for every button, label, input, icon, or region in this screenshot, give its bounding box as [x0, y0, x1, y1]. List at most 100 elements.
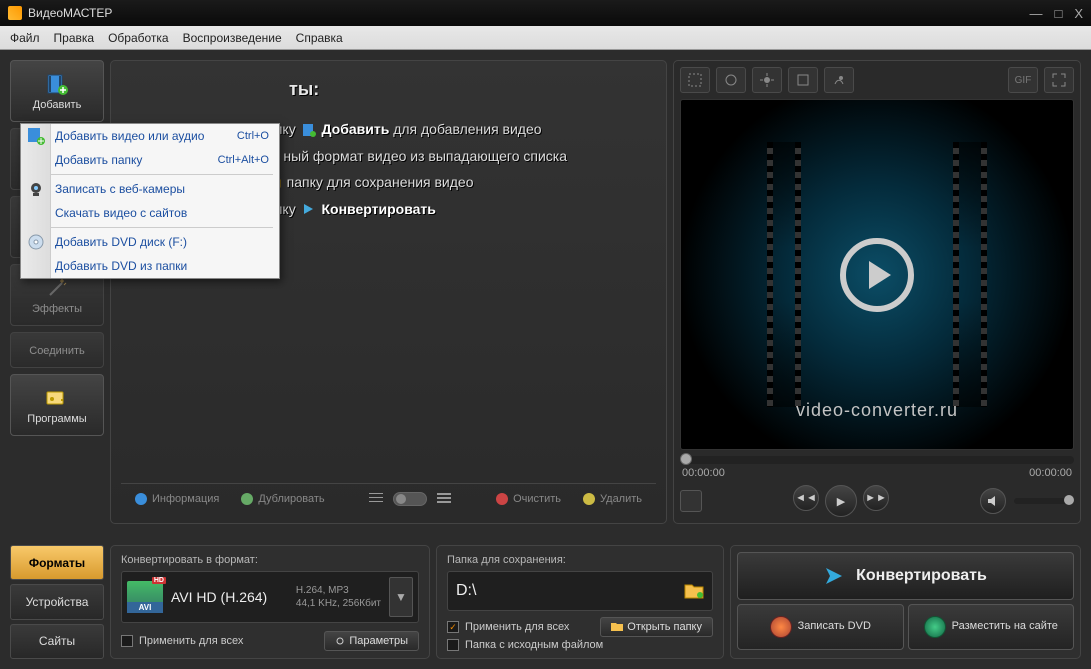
- duplicate-icon: [241, 493, 253, 505]
- format-tabs: Форматы Устройства Сайты: [10, 545, 104, 659]
- burn-dvd-button[interactable]: Записать DVD: [737, 604, 904, 650]
- format-spec1: H.264, MP3: [296, 584, 381, 597]
- folder-panel: Папка для сохранения: D:\ ✓ Применить дл…: [436, 545, 724, 659]
- params-button[interactable]: Параметры: [324, 631, 419, 651]
- close-button[interactable]: X: [1074, 6, 1083, 21]
- step1-tail: для добавления видео: [389, 121, 541, 137]
- open-folder-button[interactable]: Открыть папку: [600, 617, 713, 637]
- titlebar: ВидеоМАСТЕР — □ X: [0, 0, 1091, 26]
- format-panel: Конвертировать в формат: AVI AVI HD (H.2…: [110, 545, 430, 659]
- time-current: 00:00:00: [682, 467, 725, 479]
- folder-apply-all-label: Применить для всех: [465, 621, 569, 633]
- video-preview[interactable]: video-converter.ru: [680, 99, 1074, 450]
- seek-slider[interactable]: [680, 456, 1074, 464]
- tab-sites[interactable]: Сайты: [10, 624, 104, 659]
- view-toggle[interactable]: [393, 492, 427, 506]
- folder-panel-title: Папка для сохранения:: [447, 554, 713, 566]
- view-grid-icon[interactable]: [437, 493, 451, 505]
- volume-slider[interactable]: [1014, 498, 1074, 504]
- preview-brand: video-converter.ru: [796, 400, 958, 421]
- snapshot-button[interactable]: [680, 490, 702, 512]
- programs-button[interactable]: Программы: [10, 374, 104, 436]
- content-toolbar: Информация Дублировать Очистить Удалить: [121, 483, 656, 513]
- clear-button[interactable]: Очистить: [490, 490, 567, 508]
- tab-devices[interactable]: Устройства: [10, 584, 104, 619]
- view-list-icon[interactable]: [369, 493, 383, 505]
- effects-label: Эффекты: [32, 303, 82, 315]
- info-button[interactable]: Информация: [129, 490, 225, 508]
- info-label: Информация: [152, 493, 219, 505]
- play-button[interactable]: ▶: [825, 485, 857, 517]
- globe-icon: [924, 616, 946, 638]
- dd-add-folder[interactable]: Добавить папкуCtrl+Alt+O: [21, 148, 279, 172]
- dd-add-dvd[interactable]: Добавить DVD диск (F:): [21, 230, 279, 254]
- key-icon: [44, 385, 70, 411]
- tool-fullscreen-icon[interactable]: [1044, 67, 1074, 93]
- add-label: Добавить: [33, 99, 82, 111]
- clear-label: Очистить: [513, 493, 561, 505]
- prev-button[interactable]: ◄◄: [793, 485, 819, 511]
- delete-label: Удалить: [600, 493, 642, 505]
- add-dropdown: Добавить видео или аудиоCtrl+O Добавить …: [20, 123, 280, 279]
- tool-speed-icon[interactable]: [824, 67, 854, 93]
- film-plus-icon: [44, 71, 70, 97]
- app-title: ВидеоМАСТЕР: [28, 6, 1029, 20]
- steps-heading: ты:: [289, 79, 648, 100]
- dd-add-file[interactable]: Добавить видео или аудиоCtrl+O: [21, 124, 279, 148]
- tool-rotate-icon[interactable]: [716, 67, 746, 93]
- maximize-button[interactable]: □: [1054, 6, 1062, 21]
- format-dropdown-button[interactable]: ▼: [389, 577, 413, 617]
- next-button[interactable]: ►►: [863, 485, 889, 511]
- publish-button[interactable]: Разместить на сайте: [908, 604, 1075, 650]
- format-panel-title: Конвертировать в формат:: [121, 554, 419, 566]
- dvd-icon: [25, 232, 47, 252]
- film-strip-icon: [767, 142, 801, 407]
- menu-process[interactable]: Обработка: [108, 31, 169, 45]
- add-button[interactable]: Добавить: [10, 60, 104, 122]
- webcam-icon: [25, 179, 47, 199]
- menu-help[interactable]: Справка: [296, 31, 343, 45]
- programs-label: Программы: [27, 413, 86, 425]
- dd-download[interactable]: Скачать видео с сайтов: [21, 201, 279, 225]
- format-selector[interactable]: AVI AVI HD (H.264) H.264, MP3 44,1 KHz, …: [121, 571, 419, 623]
- folder-apply-all-checkbox[interactable]: ✓: [447, 621, 459, 633]
- minimize-button[interactable]: —: [1029, 6, 1042, 21]
- step2-tail: ный формат видео из выпадающего списка: [283, 148, 567, 164]
- format-spec2: 44,1 KHz, 256Кбит: [296, 597, 381, 610]
- info-icon: [135, 493, 147, 505]
- menu-edit[interactable]: Правка: [54, 31, 95, 45]
- same-folder-checkbox[interactable]: [447, 639, 459, 651]
- apply-all-checkbox[interactable]: [121, 635, 133, 647]
- browse-folder-button[interactable]: [684, 583, 704, 599]
- dup-label: Дублировать: [258, 493, 324, 505]
- menu-play[interactable]: Воспроизведение: [183, 31, 282, 45]
- film-strip-icon: [953, 142, 987, 407]
- menu-file[interactable]: Файл: [10, 31, 40, 45]
- dd-add-dvd-folder[interactable]: Добавить DVD из папки: [21, 254, 279, 278]
- step3-tail: папку для сохранения видео: [287, 174, 474, 190]
- duplicate-button[interactable]: Дублировать: [235, 490, 330, 508]
- tab-formats[interactable]: Форматы: [10, 545, 104, 580]
- tool-crop-icon[interactable]: [680, 67, 710, 93]
- app-logo-icon: [8, 6, 22, 20]
- apply-all-label: Применить для всех: [139, 635, 243, 647]
- step4-bold: Конвертировать: [322, 201, 436, 217]
- convert-panel: Конвертировать Записать DVD Разместить н…: [730, 545, 1081, 659]
- play-inline-icon: [302, 203, 316, 217]
- tool-gif-button[interactable]: GIF: [1008, 67, 1038, 93]
- time-total: 00:00:00: [1029, 467, 1072, 479]
- join-button[interactable]: Соединить: [10, 332, 104, 368]
- tool-text-icon[interactable]: [788, 67, 818, 93]
- disc-icon: [770, 616, 792, 638]
- dd-webcam[interactable]: Записать с веб-камеры: [21, 177, 279, 201]
- film-plus-inline-icon: [302, 123, 316, 137]
- delete-button[interactable]: Удалить: [577, 490, 648, 508]
- output-path[interactable]: D:\: [456, 582, 678, 600]
- menubar: Файл Правка Обработка Воспроизведение Сп…: [0, 26, 1091, 50]
- convert-button[interactable]: Конвертировать: [737, 552, 1074, 600]
- preview-panel: GIF video-converter.ru 00:00:0000:00:00 …: [673, 60, 1081, 524]
- play-overlay-icon: [840, 238, 914, 312]
- tool-brightness-icon[interactable]: [752, 67, 782, 93]
- convert-arrow-icon: [824, 565, 846, 587]
- volume-button[interactable]: [980, 488, 1006, 514]
